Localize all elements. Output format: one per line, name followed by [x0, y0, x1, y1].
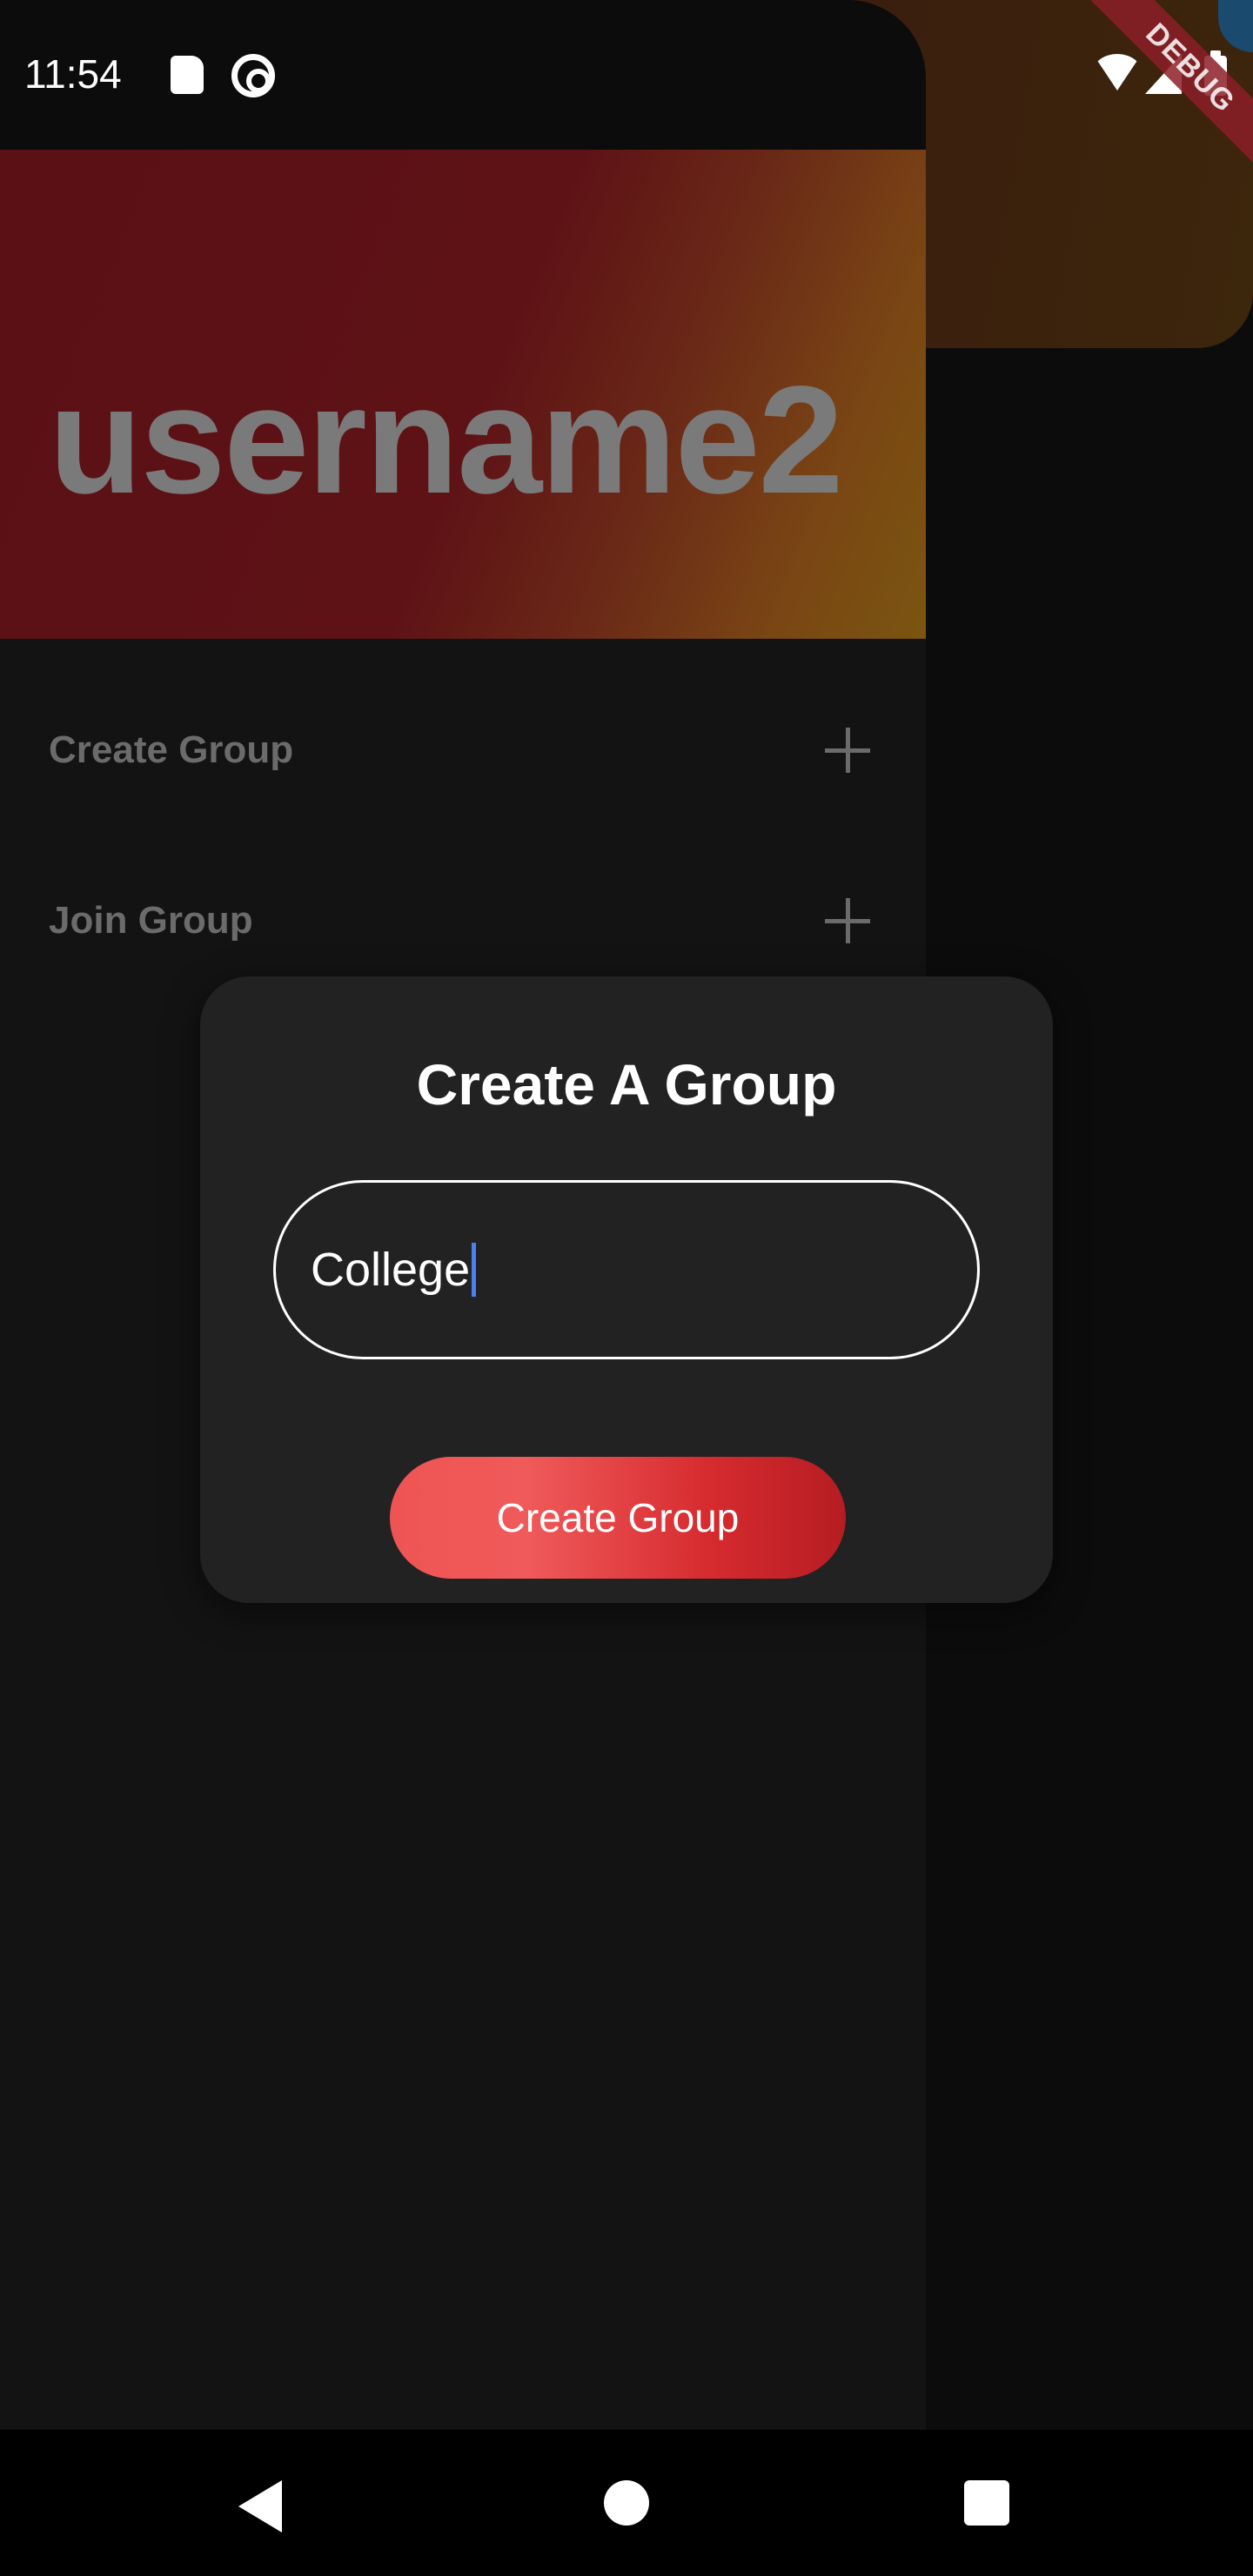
- recents-icon[interactable]: [964, 2480, 1009, 2526]
- navigation-bar: [0, 2430, 1253, 2576]
- group-name-input[interactable]: College: [273, 1180, 980, 1359]
- dialog-title: Create A Group: [416, 1052, 837, 1117]
- back-icon[interactable]: [238, 2480, 282, 2532]
- create-group-button[interactable]: Create Group: [390, 1457, 846, 1579]
- group-name-value: College: [311, 1244, 471, 1296]
- home-icon[interactable]: [604, 2480, 649, 2526]
- create-group-dialog: Create A Group College Create Group: [200, 976, 1053, 1603]
- screen: username2 Create Group Join Group 11:54 …: [0, 0, 1253, 2576]
- text-caret: [472, 1243, 477, 1297]
